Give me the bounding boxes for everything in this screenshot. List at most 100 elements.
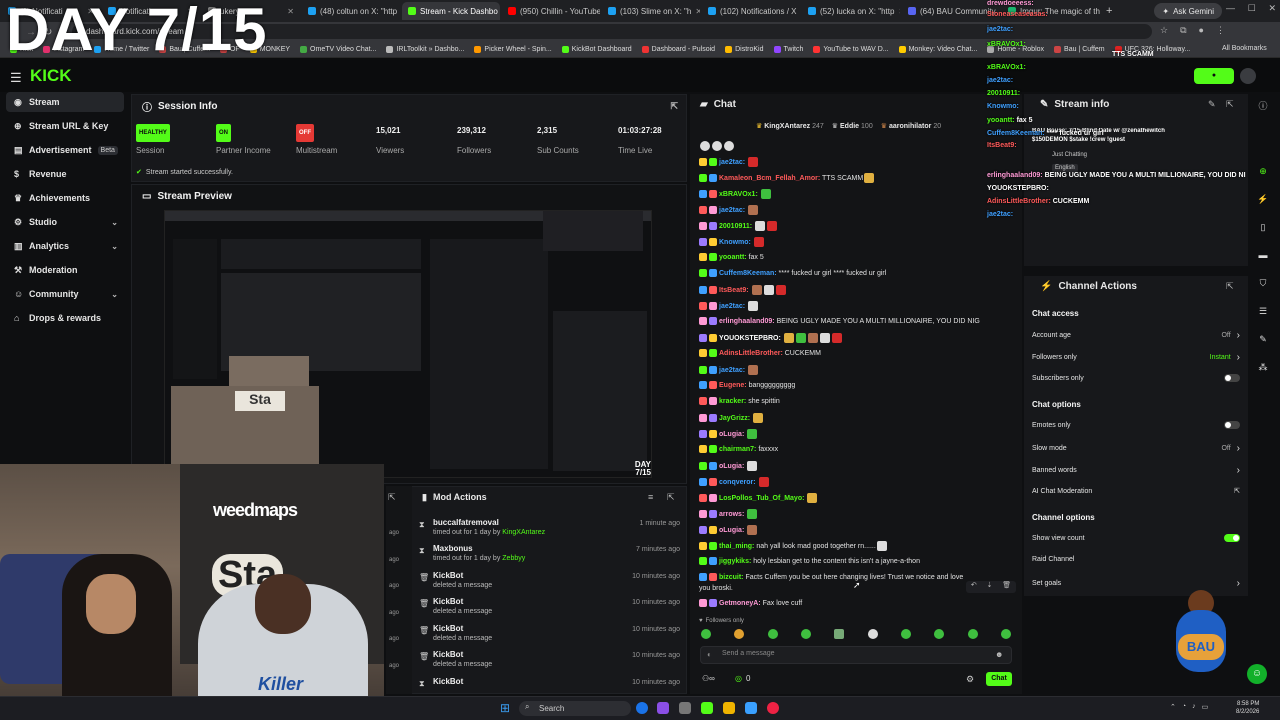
chat-message[interactable]: jae2tac: <box>699 205 1019 216</box>
mod-action-row[interactable]: ⧗ Maxbonus timed out for 1 day by Zebbyy 7 … <box>416 544 684 570</box>
sidebar-item-moderation[interactable]: ⚒ Moderation <box>6 260 124 280</box>
chat-username[interactable]: jae2tac: <box>719 303 745 310</box>
chevron-up-icon[interactable]: ⌃ <box>1170 703 1176 711</box>
browser-tab[interactable]: (64) BAU Community✕ <box>902 2 1000 20</box>
sidebar-item-advertisement[interactable]: ▤ Advertisement Beta <box>6 140 124 160</box>
app-icon[interactable] <box>745 702 757 714</box>
top-gifter[interactable]: ♛ KingXAntarez 247 <box>756 122 824 130</box>
assistant-bubble-icon[interactable]: ☺ <box>1247 664 1267 684</box>
chat-message[interactable]: thai_ming: nah yall look mad good togeth… <box>699 541 1019 552</box>
bookmark[interactable]: KickBot Dashboard <box>561 46 632 53</box>
popout-icon[interactable]: ⇱ <box>670 101 678 112</box>
chat-username[interactable]: oLugia: <box>719 463 744 470</box>
chat-username[interactable]: erlinghaaland09: <box>719 318 775 325</box>
chat-username[interactable]: JayGrizz: <box>719 415 750 422</box>
chat-username[interactable]: jae2tac: <box>719 207 745 214</box>
chat-username[interactable]: conqveror: <box>719 479 756 486</box>
bookmark[interactable]: Dashboard - Pulsoid <box>641 46 715 53</box>
bookmark[interactable]: Monkey: Video Chat... <box>898 46 977 53</box>
browser-tab-active[interactable]: Stream - Kick Dashbo✕ <box>402 2 500 20</box>
chat-username[interactable]: oLugia: <box>719 431 744 438</box>
chat-username[interactable]: 20010911: <box>719 223 752 230</box>
hamburger-menu-icon[interactable]: ☰ <box>10 70 22 86</box>
wrench-icon[interactable]: ✎ <box>1257 333 1269 345</box>
chrome-icon[interactable] <box>767 702 779 714</box>
server-icon[interactable]: ☰ <box>1257 305 1269 317</box>
chat-message[interactable]: Cuffem8Keeman: **** fucked ur girl **** … <box>699 269 1019 279</box>
chat-message[interactable]: GetmoneyA: Fax love cuff <box>699 599 1019 609</box>
chat-username[interactable]: jiggykiks: <box>719 558 751 565</box>
mod-action-row[interactable]: 🗑 KickBot deleted a message 10 minutes ago <box>416 571 684 597</box>
sidebar-item-achievements[interactable]: ♛ Achievements <box>6 188 124 208</box>
delete-icon[interactable]: 🗑 <box>1002 581 1011 593</box>
chat-message[interactable]: 20010911: <box>699 221 1019 232</box>
close-tab-icon[interactable]: ✕ <box>287 7 294 16</box>
bookmark[interactable]: YouTube to WAV D... <box>813 46 889 53</box>
mod-action-row[interactable]: 🗑 KickBot deleted a message 10 minutes ago <box>416 597 684 623</box>
channel-action-row[interactable]: Show view count <box>1032 534 1240 542</box>
chat-username[interactable]: oLugia: <box>719 527 744 534</box>
emote[interactable] <box>834 629 845 639</box>
channel-action-row[interactable]: Banned words › <box>1032 465 1240 476</box>
chat-message[interactable]: xBRAVOx1: <box>699 189 1019 200</box>
chat-message[interactable]: Eugene: banggggggggg <box>699 381 1019 391</box>
chat-username[interactable]: kracker: <box>719 398 746 405</box>
chat-message[interactable]: jae2tac: <box>699 301 1019 312</box>
emote[interactable] <box>800 629 811 639</box>
kick-logo[interactable]: KICK <box>30 66 72 86</box>
ask-gemini-button[interactable]: ✦ Ask Gemini <box>1154 3 1222 19</box>
chat-username[interactable]: LosPollos_Tub_Of_Mayo: <box>719 495 804 502</box>
all-bookmarks-link[interactable]: All Bookmarks <box>1222 45 1267 52</box>
bookmark[interactable]: Twitch <box>773 46 803 53</box>
sidebar-item-community[interactable]: ☺ Community ⌄ <box>6 284 124 304</box>
bookmark[interactable]: OmeTV Video Chat... <box>300 46 376 53</box>
chat-message[interactable]: JayGrizz: <box>699 413 1019 424</box>
browser-tab[interactable]: (48) coltun on X: "http✕ <box>302 2 400 20</box>
menu-dots-icon[interactable]: ⋮ <box>1216 25 1225 36</box>
chat-message[interactable]: jae2tac: <box>699 365 1019 376</box>
close-tab-icon[interactable]: ✕ <box>695 7 700 16</box>
chat-message[interactable]: oLugia: <box>699 429 1019 440</box>
chat-message[interactable]: arrows: <box>699 509 1019 520</box>
star-icon[interactable]: ☆ <box>1160 25 1168 36</box>
toggle-switch[interactable] <box>1224 421 1240 429</box>
mod-action-row[interactable]: 🗑 KickBot deleted a message 10 minutes ago <box>416 650 684 676</box>
browser-tab[interactable]: (102) Notifications / X✕ <box>702 2 800 20</box>
close-window-icon[interactable]: ✕ <box>1268 3 1276 14</box>
taskbar-search[interactable]: Search <box>519 701 631 716</box>
volume-icon[interactable]: ♪ <box>1192 703 1196 711</box>
chat-message[interactable]: jae2tac: <box>699 157 1019 168</box>
chat-message[interactable]: chairman7: faxxxx <box>699 445 1019 455</box>
bookmark[interactable]: Bau | Cuffem <box>1054 46 1105 53</box>
chat-username[interactable]: arrows: <box>719 511 744 518</box>
chat-username[interactable]: ItsBeat9: <box>719 287 749 294</box>
shield-icon[interactable]: ⛉ <box>1257 277 1269 289</box>
channel-action-row[interactable]: Subscribers only <box>1032 374 1240 382</box>
chat-username[interactable]: AdinsLittleBrother: <box>719 350 783 357</box>
lightning-icon[interactable]: ⚡ <box>1257 193 1269 205</box>
chat-message[interactable]: LosPollos_Tub_Of_Mayo: <box>699 493 1019 504</box>
battery-icon[interactable]: ▭ <box>1202 703 1209 711</box>
toggle-switch[interactable] <box>1224 374 1240 382</box>
emote[interactable] <box>767 629 778 639</box>
clipboard-icon[interactable]: ▯ <box>1257 221 1269 233</box>
emote[interactable] <box>701 629 711 639</box>
mod-action-row[interactable]: 🗑 KickBot deleted a message 10 minutes ago <box>416 624 684 650</box>
chat-message[interactable]: Knowmo: <box>699 237 1019 248</box>
bookmark[interactable]: IRLToolkit » Dashbo... <box>386 46 464 53</box>
kick-app-icon[interactable] <box>701 702 713 714</box>
popout-icon[interactable]: ⇱ <box>667 492 675 503</box>
chat-username[interactable]: Cuffem8Keeman: <box>719 270 777 277</box>
top-gifter[interactable]: ♛ aaronihilator 20 <box>881 122 941 130</box>
chat-username[interactable]: chairman7: <box>719 446 756 453</box>
emote[interactable] <box>1000 629 1011 639</box>
toggle-switch[interactable] <box>1224 534 1240 542</box>
channel-action-row[interactable]: Account age Off › <box>1032 330 1240 341</box>
info-circle-icon[interactable]: ⓘ <box>1257 100 1269 112</box>
app-icon[interactable] <box>657 702 669 714</box>
popout-icon[interactable]: ⇱ <box>388 492 396 503</box>
windows-start-icon[interactable]: ⊞ <box>500 702 510 714</box>
sidebar-item-studio[interactable]: ⚙ Studio ⌄ <box>6 212 124 232</box>
chat-message[interactable]: ItsBeat9: <box>699 285 1019 296</box>
emote[interactable] <box>734 629 745 639</box>
